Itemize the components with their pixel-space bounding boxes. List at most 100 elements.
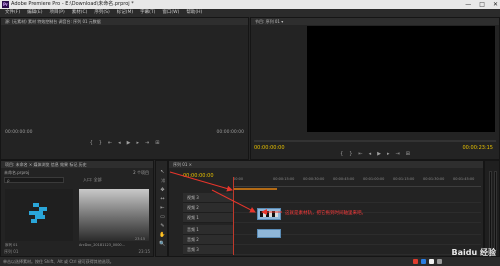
step-back-button[interactable]: ◂ <box>118 138 121 148</box>
source-timecode-in[interactable]: 00:00:00:00 <box>5 130 32 135</box>
premiere-logo-icon: Pr <box>2 1 9 8</box>
project-panel: 项目: 未命名 × 媒体浏览 信息 效果 标记 历史 未命名.prproj 2 … <box>0 160 154 257</box>
playhead[interactable] <box>233 177 234 255</box>
selection-tool-icon[interactable]: ↖ <box>159 169 166 176</box>
timeline-ruler[interactable]: 00:00 00:00:15:00 00:00:30:00 00:00:45:0… <box>233 177 481 187</box>
clip-name: ArcDoc_20181123_0000... <box>79 243 126 247</box>
go-to-in-button[interactable]: ⇤ <box>108 138 112 148</box>
track-lane-audio-3[interactable] <box>233 245 481 255</box>
sequence-icon <box>29 203 47 223</box>
ruler-label: 00:00:15:00 <box>273 177 295 181</box>
slip-tool-icon[interactable]: ▭ <box>159 214 166 221</box>
rolling-edit-tool-icon[interactable]: ↔ <box>159 196 166 203</box>
window-title: Adobe Premiere Pro - E:\Download\未命名.prp… <box>11 1 134 7</box>
track-lane-video-3[interactable] <box>233 193 481 203</box>
baidu-watermark: Baidu 经验 <box>451 248 496 257</box>
track-header-video-1[interactable]: 视频 1 <box>183 213 233 223</box>
mark-in-button[interactable]: { <box>90 138 93 148</box>
tools-panel: ↖ ⤨ ✥ ↔ ⇤ ▭ ✎ ✋ 🔍 <box>155 160 168 257</box>
track-header-audio-2[interactable]: 音频 2 <box>183 235 233 245</box>
menu-help[interactable]: 帮助(H) <box>186 9 202 17</box>
menu-edit[interactable]: 编辑(E) <box>27 9 42 17</box>
program-transport-controls: { } ⇤ ◂ ▶ ▸ ⇥ ⊞ <box>251 149 499 159</box>
program-go-to-out-button[interactable]: ⇥ <box>396 149 400 159</box>
project-footer-right: 23:15 <box>138 249 150 254</box>
program-mark-out-button[interactable]: } <box>349 149 352 159</box>
maximize-button[interactable]: □ <box>479 0 485 9</box>
ruler-label: 00:01:00:00 <box>363 177 385 181</box>
program-step-forward-button[interactable]: ▸ <box>387 149 390 159</box>
dragged-video-clip[interactable] <box>257 208 281 220</box>
play-button[interactable]: ▶ <box>127 138 131 148</box>
track-header-video-2[interactable]: 视频 2 <box>183 203 233 213</box>
menu-title[interactable]: 字幕(T) <box>140 9 155 17</box>
menu-project[interactable]: 项目(P) <box>49 9 64 17</box>
dragged-audio-clip[interactable] <box>257 229 281 238</box>
go-to-out-button[interactable]: ⇥ <box>145 138 149 148</box>
close-button[interactable]: ✕ <box>493 0 498 9</box>
tray-app-icon[interactable] <box>437 259 442 264</box>
menu-window[interactable]: 窗口(W) <box>162 9 179 17</box>
program-go-to-in-button[interactable]: ⇤ <box>358 149 362 159</box>
ripple-edit-tool-icon[interactable]: ✥ <box>159 187 166 194</box>
mark-out-button[interactable]: } <box>99 138 102 148</box>
clip-duration: 23:15 <box>135 237 146 241</box>
project-panel-tabs[interactable]: 项目: 未命名 × 媒体浏览 信息 效果 标记 历史 <box>1 161 153 168</box>
tray-app-icon[interactable] <box>429 259 434 264</box>
menu-marker[interactable]: 标记(M) <box>117 9 133 17</box>
menu-sequence[interactable]: 序列(S) <box>94 9 109 17</box>
work-area-bar[interactable] <box>233 188 277 190</box>
step-forward-button[interactable]: ▸ <box>137 138 140 148</box>
tutorial-annotation: 这就是素材轨，把它拖到时间轴里来吧。 <box>285 211 366 216</box>
ruler-label: 00:01:45:00 <box>453 177 475 181</box>
minimize-button[interactable]: — <box>465 0 471 9</box>
audio-meter-left <box>489 171 492 251</box>
track-header-audio-1[interactable]: 音频 1 <box>183 225 233 235</box>
program-play-button[interactable]: ▶ <box>377 149 381 159</box>
entry-filter-select[interactable]: 入口: 全部 <box>83 177 102 183</box>
project-footer: 序列 01 23:15 <box>4 249 150 255</box>
timeline-tab[interactable]: 序列 01 × <box>169 161 483 168</box>
menu-file[interactable]: 文件(F) <box>5 9 20 17</box>
ruler-label: 00:00:30:00 <box>303 177 325 181</box>
source-monitor: 源: (无素材) 素材 特效控制台 调音台: 序列 01 元数据 00:00:0… <box>0 17 249 160</box>
project-name: 未命名.prproj <box>4 170 30 175</box>
program-step-back-button[interactable]: ◂ <box>369 149 372 159</box>
source-transport-controls: { } ⇤ ◂ ▶ ▸ ⇥ ⊞ <box>1 138 248 148</box>
tray-app-icon[interactable] <box>421 259 426 264</box>
source-monitor-tabs[interactable]: 源: (无素材) 素材 特效控制台 调音台: 序列 01 元数据 <box>1 18 248 25</box>
program-export-frame-button[interactable]: ⊞ <box>406 149 410 159</box>
track-select-tool-icon[interactable]: ⤨ <box>159 178 166 185</box>
timeline-timecode[interactable]: 00:00:00:00 <box>183 173 214 179</box>
title-bar: Pr Adobe Premiere Pro - E:\Download\未命名.… <box>0 0 500 9</box>
pen-tool-icon[interactable]: ✎ <box>159 223 166 230</box>
clip-filmstrip <box>260 211 278 217</box>
program-monitor: 节目: 序列 01 ▾ 00:00:00:00 00:00:23:15 { } … <box>250 17 500 160</box>
timeline-panel: 序列 01 × 00:00:00:00 00:00 00:00:15:00 00… <box>168 160 484 257</box>
sequence-name: 序列 01 <box>5 243 18 247</box>
ruler-label: 00:00 <box>233 177 244 181</box>
program-time-ruler[interactable] <box>254 140 496 142</box>
insert-button[interactable]: ⊞ <box>155 138 159 148</box>
tray-app-icon[interactable] <box>413 259 418 264</box>
program-video-display <box>307 26 495 132</box>
system-tray <box>413 257 442 266</box>
track-header-audio-3[interactable]: 音频 3 <box>183 245 233 255</box>
program-mark-in-button[interactable]: { <box>340 149 343 159</box>
sequence-thumbnail[interactable] <box>5 189 73 241</box>
audio-meter <box>484 160 500 257</box>
menu-clip[interactable]: 素材(C) <box>72 9 88 17</box>
source-timecode-duration: 00:00:00:00 <box>216 130 244 135</box>
project-item-count: 2 个项目 <box>133 170 149 175</box>
program-monitor-tab[interactable]: 节目: 序列 01 ▾ <box>251 18 499 25</box>
project-search-input[interactable]: ρ <box>4 177 64 183</box>
zoom-tool-icon[interactable]: 🔍 <box>159 241 166 248</box>
rate-stretch-tool-icon[interactable]: ⇤ <box>159 205 166 212</box>
ruler-label: 00:00:45:00 <box>333 177 355 181</box>
track-header-video-3[interactable]: 视频 3 <box>183 193 233 203</box>
menu-bar: 文件(F) 编辑(E) 项目(P) 素材(C) 序列(S) 标记(M) 字幕(T… <box>0 9 500 17</box>
hand-tool-icon[interactable]: ✋ <box>159 232 166 239</box>
video-clip-thumbnail[interactable] <box>79 189 149 241</box>
project-footer-left: 序列 01 <box>4 249 19 254</box>
audio-meter-right <box>494 171 497 251</box>
